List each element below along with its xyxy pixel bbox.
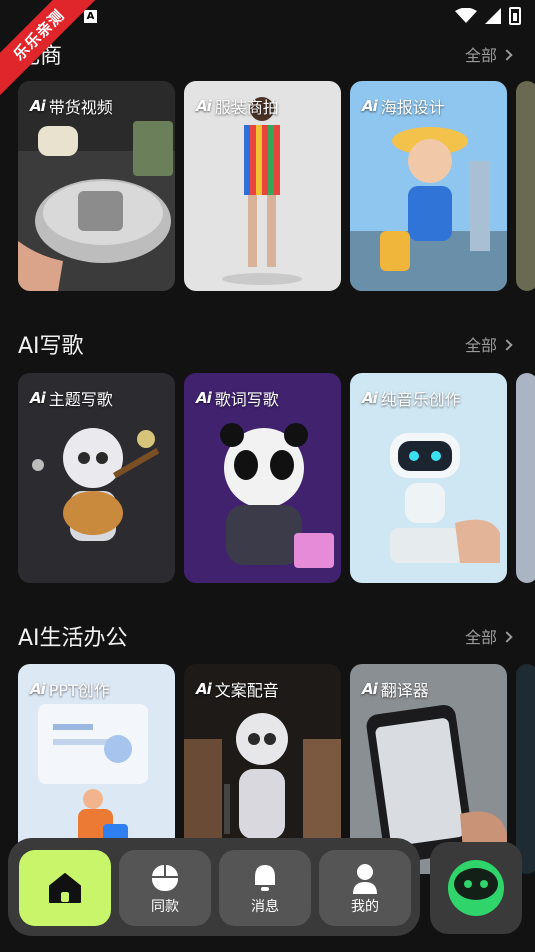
- chevron-right-icon: [501, 631, 513, 643]
- robot-assistant-icon: [448, 860, 504, 916]
- card-product-video[interactable]: Ai 带货视频: [18, 81, 175, 291]
- ai-icon: Ai: [30, 389, 46, 407]
- see-all-label: 全部: [464, 336, 497, 355]
- see-all-label: 全部: [464, 628, 497, 647]
- bottom-tab-bar: 同款 消息 我的: [8, 838, 420, 936]
- card-row-ai-songwriting: Ai 主题写歌 Ai 歌词写歌 Ai 纯音乐创作: [18, 373, 535, 583]
- card-label: Ai 歌词写歌: [196, 386, 279, 410]
- card-label: Ai 纯音乐创作: [362, 386, 461, 410]
- card-label: Ai 海报设计: [362, 94, 445, 118]
- see-all-label: 全部: [464, 46, 497, 65]
- card-title: 海报设计: [380, 98, 445, 117]
- card-poster-design[interactable]: Ai 海报设计: [350, 81, 507, 291]
- card-title: 带货视频: [48, 98, 113, 117]
- card-title: 文案配音: [214, 681, 279, 700]
- ai-icon: Ai: [196, 680, 212, 698]
- chevron-right-icon: [501, 49, 513, 61]
- section-ai-life-office: AI生活办公 全部: [0, 616, 535, 656]
- mouse-icon: [152, 865, 178, 891]
- card-title: 服装商拍: [214, 98, 279, 117]
- ai-icon: Ai: [362, 680, 378, 698]
- card-title: PPT创作: [48, 681, 110, 700]
- card-theme-songwriting[interactable]: Ai 主题写歌: [18, 373, 175, 583]
- card-lyrics-songwriting[interactable]: Ai 歌词写歌: [184, 373, 341, 583]
- card-next-partial[interactable]: [516, 81, 535, 291]
- tab-label: 消息: [251, 899, 279, 915]
- card-next-partial[interactable]: [516, 373, 535, 583]
- card-title: 主题写歌: [48, 390, 113, 409]
- user-icon: [353, 864, 377, 894]
- section-ecommerce: 电商 全部: [0, 34, 535, 74]
- ai-assistant-button[interactable]: [430, 842, 522, 934]
- section-title: AI生活办公: [18, 626, 128, 651]
- card-label: Ai 主题写歌: [30, 386, 113, 410]
- ai-icon: Ai: [30, 97, 46, 115]
- ai-icon: Ai: [196, 97, 212, 115]
- ai-icon: Ai: [362, 97, 378, 115]
- card-label: Ai 带货视频: [30, 94, 113, 118]
- card-row-ecommerce: Ai 带货视频 Ai 服装商拍 Ai 海报设计: [18, 81, 535, 291]
- card-title: 翻译器: [380, 681, 429, 700]
- tab-profile[interactable]: 我的: [319, 850, 411, 926]
- ai-icon: Ai: [196, 389, 212, 407]
- signal-icon: [485, 8, 501, 24]
- section-ai-songwriting: AI写歌 全部: [0, 324, 535, 364]
- notification-a-icon: A: [84, 10, 97, 23]
- see-all-link[interactable]: 全部: [464, 332, 513, 356]
- chevron-right-icon: [501, 339, 513, 351]
- battery-icon: [509, 7, 521, 25]
- card-label: Ai 文案配音: [196, 677, 279, 701]
- tab-label: 我的: [351, 899, 379, 915]
- wifi-icon: [455, 8, 477, 23]
- see-all-link[interactable]: 全部: [464, 624, 513, 648]
- card-label: Ai PPT创作: [30, 677, 110, 701]
- card-apparel-photo[interactable]: Ai 服装商拍: [184, 81, 341, 291]
- tab-same-style[interactable]: 同款: [119, 850, 211, 926]
- tab-label: 同款: [151, 899, 179, 915]
- card-label: Ai 服装商拍: [196, 94, 279, 118]
- card-title: 纯音乐创作: [380, 390, 461, 409]
- card-instrumental-creation[interactable]: Ai 纯音乐创作: [350, 373, 507, 583]
- card-title: 歌词写歌: [214, 390, 279, 409]
- ai-icon: Ai: [362, 389, 378, 407]
- bell-icon: [255, 865, 275, 891]
- tab-home[interactable]: [19, 850, 111, 926]
- home-icon: [49, 873, 81, 903]
- see-all-link[interactable]: 全部: [464, 42, 513, 66]
- section-title: AI写歌: [18, 334, 84, 359]
- card-label: Ai 翻译器: [362, 677, 429, 701]
- ai-icon: Ai: [30, 680, 46, 698]
- tab-messages[interactable]: 消息: [219, 850, 311, 926]
